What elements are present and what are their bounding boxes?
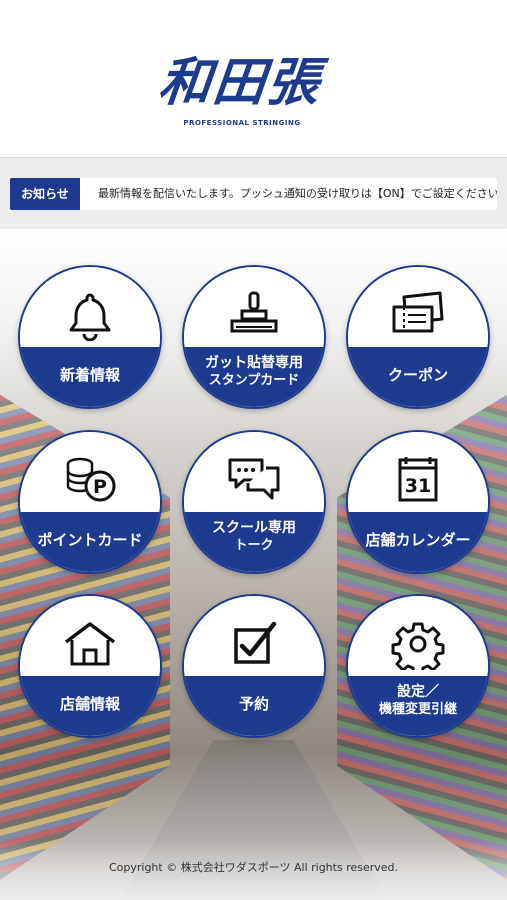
app-header: 和田張 PROFESSIONAL STRINGING — [0, 0, 507, 155]
menu-settings-label-line1: 設定／ — [397, 684, 439, 700]
menu-school-talk-label-line2: トーク — [234, 538, 274, 553]
calendar-icon: 31 — [398, 457, 438, 502]
menu-point-card-label: ポイントカード — [37, 531, 143, 549]
coins-points-icon: P — [66, 457, 116, 502]
menu-settings-label-line2: 機種変更引継 — [378, 702, 457, 717]
menu-coupon-label: クーポン — [387, 366, 448, 384]
menu-store-calendar-button[interactable]: 31 店舗カレンダー — [346, 430, 490, 574]
copyright-text: Copyright © 株式会社ワダスポーツ All rights reserv… — [108, 861, 399, 874]
news-label: お知らせ — [10, 178, 80, 210]
brand-logo: 和田張 PROFESSIONAL STRINGING — [150, 50, 330, 138]
menu-settings-label: 設定／ 機種変更引継 — [354, 684, 482, 728]
menu-stamp-card-label-line2: スタンプカード — [208, 373, 300, 388]
menu-store-info-button[interactable]: 店舗情報 — [18, 594, 162, 738]
menu-news-button[interactable]: 新着情報 — [18, 265, 162, 409]
menu-stamp-card-button[interactable]: ガット貼替専用 スタンプカード — [182, 265, 326, 409]
menu-school-talk-label: スクール専用 トーク — [190, 520, 318, 564]
house-icon — [64, 622, 116, 666]
menu-point-card-button[interactable]: P ポイントカード — [18, 430, 162, 574]
menu-coupon-button[interactable]: クーポン — [346, 265, 490, 409]
menu-settings-button[interactable]: 設定／ 機種変更引継 — [346, 594, 490, 738]
logo-tagline: PROFESSIONAL STRINGING — [183, 119, 301, 127]
logo-wordmark: 和田張 — [155, 52, 325, 113]
menu-reservation-label: 予約 — [238, 695, 269, 713]
calendar-day: 31 — [405, 475, 431, 497]
checkbox-icon — [234, 621, 277, 664]
menu-store-info-label: 店舗情報 — [59, 695, 120, 713]
menu-school-talk-button[interactable]: スクール専用 トーク — [182, 430, 326, 574]
menu-stamp-card-label-line1: ガット貼替専用 — [205, 355, 303, 371]
menu-reservation-button[interactable]: 予約 — [182, 594, 326, 738]
menu-school-talk-label-line1: スクール専用 — [212, 520, 296, 536]
menu-stamp-card-label: ガット貼替専用 スタンプカード — [190, 355, 318, 399]
coupon-icon — [392, 291, 444, 333]
menu-store-calendar-label: 店舗カレンダー — [365, 531, 471, 549]
stamp-icon — [230, 291, 278, 333]
gear-icon — [391, 622, 445, 670]
point-badge: P — [93, 476, 107, 498]
news-text: 最新情報を配信いたします。プッシュ通知の受け取りは【ON】でご設定ください。 — [98, 187, 497, 200]
chat-bubbles-icon — [228, 458, 280, 500]
news-ticker[interactable]: お知らせ 最新情報を配信いたします。プッシュ通知の受け取りは【ON】でご設定くだ… — [10, 178, 497, 210]
menu-news-label: 新着情報 — [59, 366, 120, 384]
bell-icon — [69, 293, 111, 341]
